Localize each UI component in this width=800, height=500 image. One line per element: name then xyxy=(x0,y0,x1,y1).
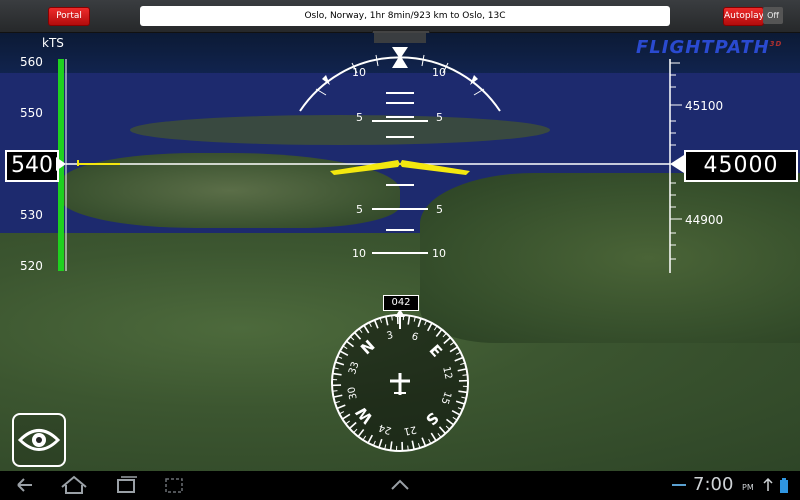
view-toggle-button[interactable] xyxy=(12,413,66,467)
usb-icon xyxy=(763,477,773,491)
clock-time: 7:00 xyxy=(693,474,734,495)
compass-tick xyxy=(407,445,409,451)
autoplay-toggle[interactable]: Autoplay Off xyxy=(723,7,783,26)
route-info-field[interactable]: Oslo, Norway, 1hr 8min/923 km to Oslo, 1… xyxy=(140,6,670,26)
battery-icon xyxy=(780,478,788,493)
compass-tick xyxy=(462,374,468,376)
eye-icon xyxy=(17,429,61,451)
compass-rose: N3 6E1215S2124W3033 xyxy=(331,309,469,452)
up-chevron-icon[interactable] xyxy=(391,479,409,490)
portal-button[interactable]: Portal xyxy=(48,7,90,26)
heading-readout: 042 xyxy=(383,295,419,311)
clock-ampm: PM xyxy=(742,483,754,492)
compass-tick xyxy=(332,390,338,392)
pitch-ladder xyxy=(372,92,428,254)
compass-tick xyxy=(391,315,393,321)
home-icon[interactable] xyxy=(61,475,87,494)
hud-overlay: N3 6E1215S2124W3033 xyxy=(56,33,684,452)
speed-pointer xyxy=(56,157,66,171)
autoplay-state: Off xyxy=(763,7,783,24)
system-nav-bar: 7:00 PM xyxy=(0,471,800,500)
back-icon[interactable] xyxy=(17,478,32,492)
top-bar: Portal Oslo, Norway, 1hr 8min/923 km to … xyxy=(0,0,800,33)
recent-apps-icon[interactable] xyxy=(117,476,137,493)
aircraft-symbol xyxy=(77,160,470,175)
autoplay-button[interactable]: Autoplay xyxy=(723,7,764,26)
screenshot-icon[interactable] xyxy=(165,478,183,493)
flight-view[interactable]: FLIGHTPATH3D kTS 560 550 530 520 540 451… xyxy=(0,33,800,471)
roll-indicator xyxy=(299,33,501,112)
altitude-scale xyxy=(669,59,684,273)
